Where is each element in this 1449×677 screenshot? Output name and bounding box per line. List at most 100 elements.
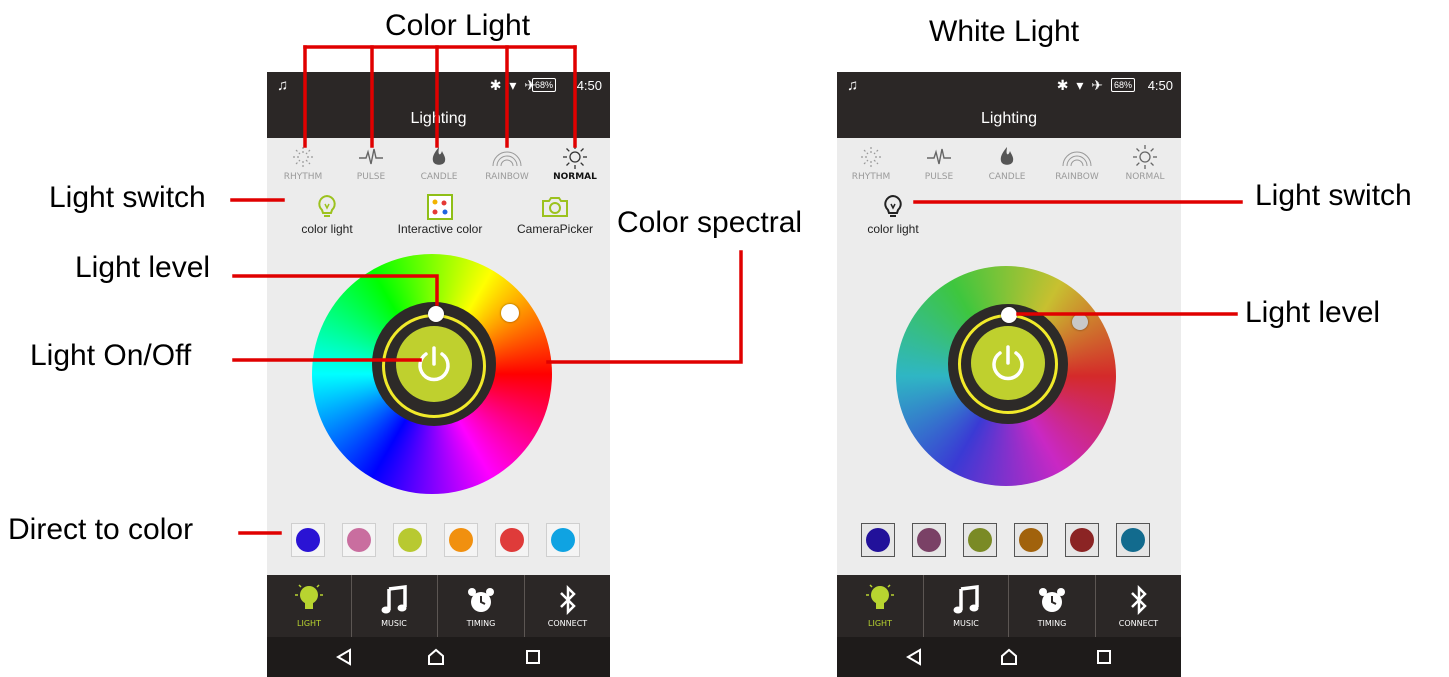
color-swatch[interactable]: [1065, 523, 1099, 557]
bluetooth-icon: [525, 575, 610, 615]
swatch-color-dot: [1019, 528, 1043, 552]
nav-connect[interactable]: CONNECT: [525, 575, 610, 637]
mode-candle[interactable]: CANDLE: [408, 142, 470, 182]
mode-label: PULSE: [924, 172, 954, 182]
recents-button[interactable]: [518, 643, 548, 671]
mode-normal[interactable]: NORMAL: [544, 142, 606, 182]
swatch-color-dot: [398, 528, 422, 552]
music-note-icon: ♫: [277, 77, 289, 94]
candle-icon: [976, 142, 1038, 172]
mode-label: RAINBOW: [1055, 172, 1099, 182]
bulb-icon: [267, 575, 351, 615]
candle-icon: [408, 142, 470, 172]
nav-label: LIGHT: [297, 619, 321, 628]
tool-label: CameraPicker: [516, 222, 594, 236]
color-swatch[interactable]: [495, 523, 529, 557]
direct-color-swatches: [837, 520, 1181, 560]
mode-rhythm[interactable]: RHYTHM: [840, 142, 902, 182]
color-wheel[interactable]: [312, 254, 552, 494]
color-swatch[interactable]: [1116, 523, 1150, 557]
color-wheel[interactable]: [896, 266, 1116, 486]
mode-label: CANDLE: [988, 172, 1026, 182]
callout-light-switch-left: Light switch: [49, 181, 206, 214]
nav-music[interactable]: MUSIC: [924, 575, 1008, 637]
system-navigation: [837, 637, 1181, 677]
nav-label: LIGHT: [868, 619, 892, 628]
power-icon: [418, 346, 450, 382]
back-icon: [336, 648, 351, 666]
mode-rainbow[interactable]: RAINBOW: [1046, 142, 1108, 182]
mode-normal[interactable]: NORMAL: [1114, 142, 1176, 182]
light-level-knob[interactable]: [428, 306, 444, 322]
status-icons: ✱ ▾ ✈: [1056, 77, 1105, 93]
color-swatch[interactable]: [444, 523, 478, 557]
nav-label: TIMING: [466, 619, 496, 628]
home-button[interactable]: [994, 643, 1024, 671]
back-button[interactable]: [329, 643, 359, 671]
mode-label: CANDLE: [420, 172, 458, 182]
mode-candle[interactable]: CANDLE: [976, 142, 1038, 182]
back-icon: [906, 648, 921, 666]
status-icons: ✱ ▾ ✈: [489, 77, 538, 93]
tool-bar: color light: [837, 192, 1181, 242]
tool-bar: color light Interactive color CameraPick…: [267, 192, 610, 242]
tool-color-light[interactable]: color light: [277, 192, 377, 236]
spectrum-picker-knob[interactable]: [1072, 314, 1088, 330]
color-swatch[interactable]: [963, 523, 997, 557]
color-swatch[interactable]: [912, 523, 946, 557]
rainbow-icon: [1046, 142, 1108, 172]
status-bar: ♫ ✱ ▾ ✈ 68% 4:50: [837, 72, 1181, 100]
power-button[interactable]: [971, 326, 1045, 400]
phone-white-light: ♫ ✱ ▾ ✈ 68% 4:50 Lighting RHYTHM PULSE C…: [837, 72, 1181, 677]
mode-label: RHYTHM: [283, 172, 323, 182]
nav-label: MUSIC: [953, 619, 979, 628]
light-level-knob[interactable]: [1001, 307, 1017, 323]
color-swatch[interactable]: [291, 523, 325, 557]
mode-label: PULSE: [356, 172, 386, 182]
tool-camera-picker[interactable]: CameraPicker: [505, 192, 605, 236]
home-button[interactable]: [421, 643, 451, 671]
nav-light[interactable]: LIGHT: [267, 575, 351, 637]
white-light-header: White Light: [929, 15, 1080, 48]
bluetooth-icon: [1096, 575, 1181, 615]
tool-color-light[interactable]: color light: [843, 192, 943, 236]
recents-icon: [1097, 650, 1111, 664]
nav-light[interactable]: LIGHT: [837, 575, 923, 637]
mode-pulse[interactable]: PULSE: [340, 142, 402, 182]
nav-connect[interactable]: CONNECT: [1096, 575, 1181, 637]
page-title: Lighting: [837, 100, 1181, 138]
music-note-icon: ♫: [847, 77, 859, 94]
nav-timing[interactable]: TIMING: [1009, 575, 1095, 637]
recents-button[interactable]: [1089, 643, 1119, 671]
back-button[interactable]: [899, 643, 929, 671]
swatch-color-dot: [296, 528, 320, 552]
pulse-icon: [908, 142, 970, 172]
color-swatch[interactable]: [546, 523, 580, 557]
power-button[interactable]: [396, 326, 472, 402]
direct-color-swatches: [267, 520, 610, 560]
bulb-icon: [277, 192, 377, 222]
swatch-color-dot: [1070, 528, 1094, 552]
color-swatch[interactable]: [861, 523, 895, 557]
mode-rainbow[interactable]: RAINBOW: [476, 142, 538, 182]
recents-icon: [526, 650, 540, 664]
color-swatch[interactable]: [393, 523, 427, 557]
swatch-color-dot: [917, 528, 941, 552]
color-light-header: Color Light: [385, 9, 531, 42]
rhythm-icon: [272, 142, 334, 172]
tool-interactive-color[interactable]: Interactive color: [385, 192, 495, 236]
color-swatch[interactable]: [1014, 523, 1048, 557]
camera-icon: [505, 192, 605, 222]
rainbow-icon: [476, 142, 538, 172]
spectrum-picker-knob[interactable]: [501, 304, 519, 322]
nav-music[interactable]: MUSIC: [352, 575, 436, 637]
palette-icon: [385, 192, 495, 222]
sun-icon: [1114, 142, 1176, 172]
mode-rhythm[interactable]: RHYTHM: [272, 142, 334, 182]
status-bar: ♫ ✱ ▾ ✈ 68% 4:50: [267, 72, 610, 100]
color-swatch[interactable]: [342, 523, 376, 557]
nav-timing[interactable]: TIMING: [438, 575, 524, 637]
alarm-clock-icon: [1009, 575, 1095, 615]
mode-pulse[interactable]: PULSE: [908, 142, 970, 182]
mode-bar: RHYTHM PULSE CANDLE RAINBOW NORMAL: [267, 142, 610, 192]
